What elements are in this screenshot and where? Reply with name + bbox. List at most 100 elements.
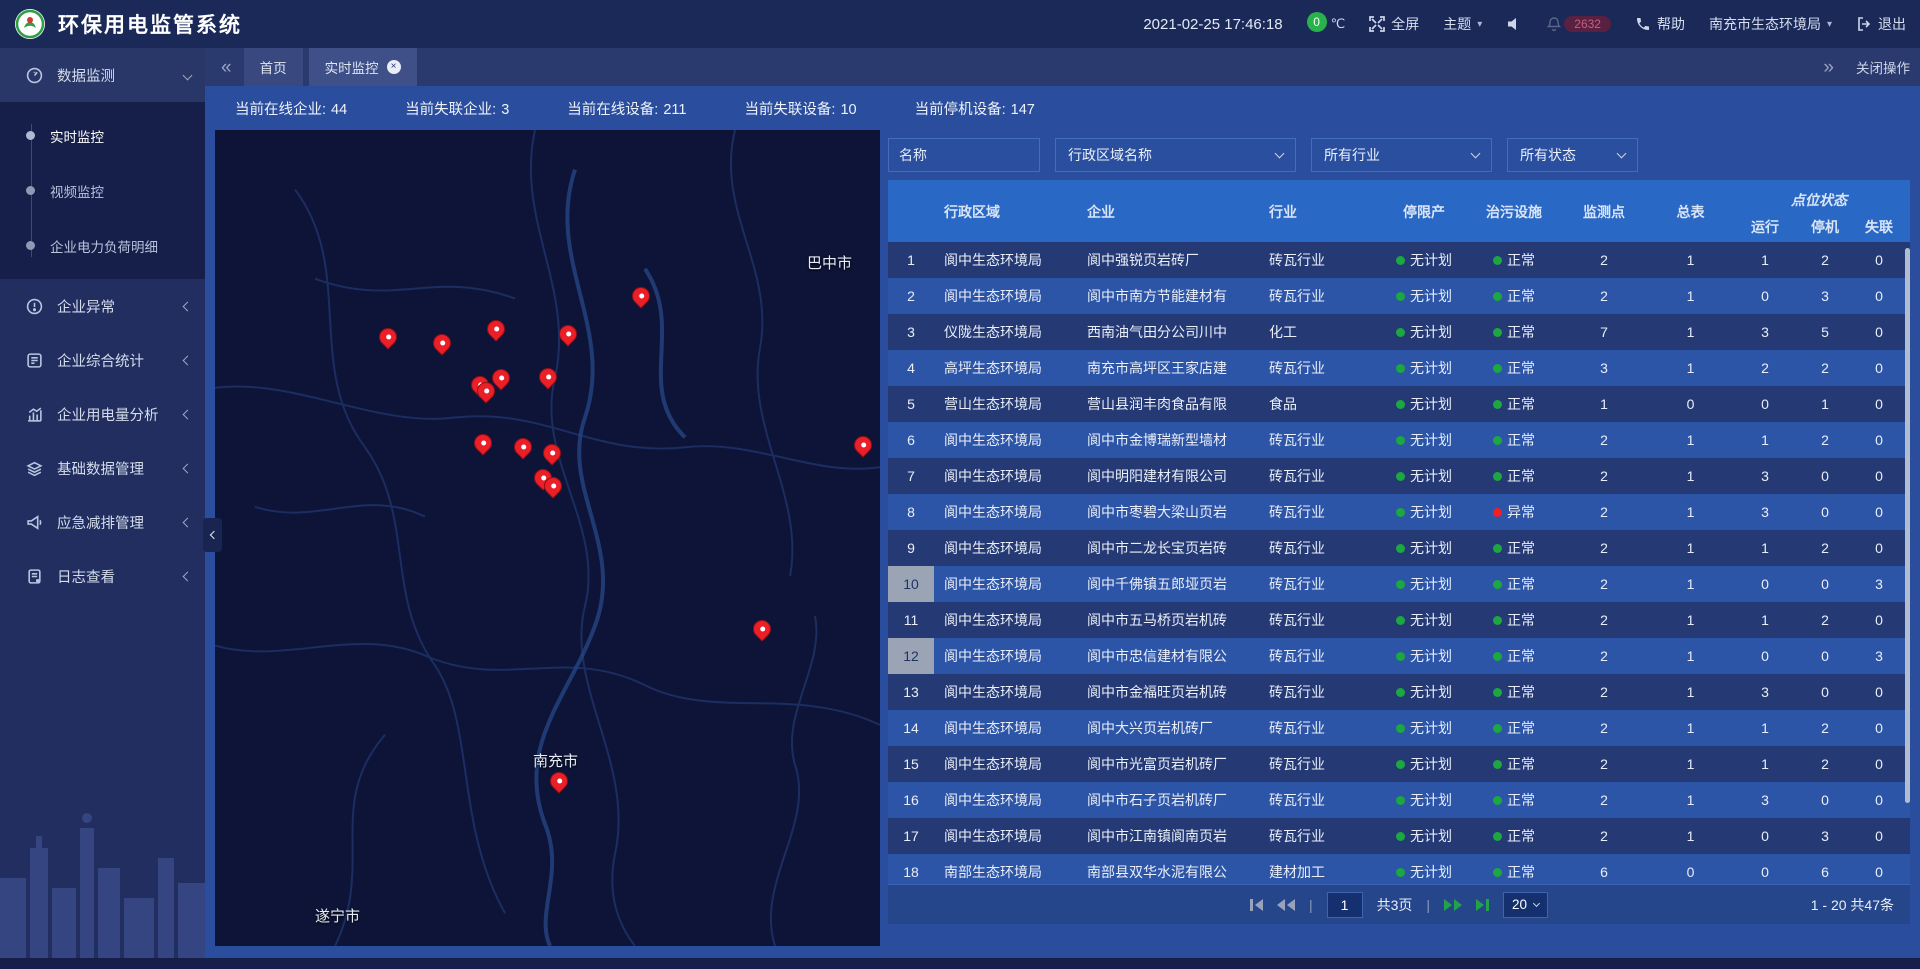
table-row[interactable]: 2阆中生态环境局阆中市南方节能建材有砖瓦行业无计划正常21030 [888,278,1910,314]
map-marker-icon[interactable] [539,368,557,386]
table-row[interactable]: 15阆中生态环境局阆中市光富页岩机砖厂砖瓦行业无计划正常21120 [888,746,1910,782]
sidebar-subitem-视频监控[interactable]: 视频监控 [0,163,205,218]
cell-run: 3 [1732,494,1798,530]
map-marker-icon[interactable] [544,477,562,495]
map-marker-icon[interactable] [543,444,561,462]
region-filter-select[interactable]: 行政区域名称 [1055,138,1296,172]
sidebar-item-基础数据管理[interactable]: 基础数据管理 [0,441,205,495]
map-marker-icon[interactable] [632,287,650,305]
phone-icon [1635,16,1651,32]
sidebar-item-label: 基础数据管理 [57,458,170,479]
sidebar-item-数据监测[interactable]: 数据监测 [0,48,205,102]
table-row[interactable]: 17阆中生态环境局阆中市江南镇阆南页岩砖瓦行业无计划正常21030 [888,818,1910,854]
map-marker-icon[interactable] [474,434,492,452]
status-dot-green [1493,292,1502,301]
table-row[interactable]: 11阆中生态环境局阆中市五马桥页岩机砖砖瓦行业无计划正常21120 [888,602,1910,638]
notification-bell[interactable]: 2632 [1546,16,1611,32]
cell-meter: 1 [1649,566,1732,602]
close-operations-button[interactable]: 关闭操作 [1856,57,1910,77]
page-size-select[interactable]: 20 [1503,892,1548,918]
prev-page-button[interactable] [1277,899,1295,911]
map-marker-icon[interactable] [514,438,532,456]
stat-item: 当前在线企业:44 [235,98,347,119]
map-marker-icon[interactable] [559,325,577,343]
industry-filter-select[interactable]: 所有行业 [1311,138,1492,172]
table-row[interactable]: 10阆中生态环境局阆中千佛镇五郎垭页岩砖瓦行业无计划正常21003 [888,566,1910,602]
page-number-input[interactable]: 1 [1327,892,1363,918]
next-page-button[interactable] [1444,899,1462,911]
cell-industry: 砖瓦行业 [1259,746,1379,782]
cell-region: 阆中生态环境局 [934,566,1077,602]
help-button[interactable]: 帮助 [1635,14,1685,34]
table-scrollbar[interactable] [1905,248,1910,803]
industry-filter-value: 所有行业 [1324,145,1380,165]
status-dot-green [1396,328,1405,337]
sidebar-item-label: 企业异常 [57,296,170,317]
last-page-button[interactable] [1476,899,1489,911]
map-marker-icon[interactable] [487,320,505,338]
map-marker-icon[interactable] [550,772,568,790]
table-row[interactable]: 5营山生态环境局营山县润丰肉食品有限食品无计划正常10010 [888,386,1910,422]
map-marker-icon[interactable] [379,328,397,346]
cell-num: 8 [888,494,934,530]
cell-company: 西南油气田分公司川中 [1077,314,1259,350]
column-header-points: 监测点 [1559,202,1649,222]
table-row[interactable]: 4高坪生态环境局南充市高坪区王家店建砖瓦行业无计划正常31220 [888,350,1910,386]
cell-company: 营山县润丰肉食品有限 [1077,386,1259,422]
tab-realtime-monitor[interactable]: 实时监控 × [309,48,417,86]
table-row[interactable]: 9阆中生态环境局阆中市二龙长宝页岩砖砖瓦行业无计划正常21120 [888,530,1910,566]
fullscreen-button[interactable]: 全屏 [1369,14,1419,34]
cell-facility: 正常 [1469,386,1559,422]
map-marker-icon[interactable] [477,382,495,400]
name-filter-input[interactable] [888,138,1040,172]
tab-home[interactable]: 首页 [244,48,303,86]
map-marker-icon[interactable] [854,436,872,454]
theme-dropdown[interactable]: 主题 ▾ [1443,14,1482,34]
close-tab-icon[interactable]: × [387,60,401,74]
cell-lost: 0 [1852,494,1906,530]
tabs-scroll-right-icon[interactable]: » [1817,58,1840,77]
cell-points: 2 [1559,494,1649,530]
sidebar-subitem-实时监控[interactable]: 实时监控 [0,108,205,163]
first-page-button[interactable] [1250,899,1263,911]
sidebar-subitem-企业电力负荷明细[interactable]: 企业电力负荷明细 [0,218,205,273]
cell-points: 2 [1559,458,1649,494]
cell-meter: 1 [1649,782,1732,818]
table-row[interactable]: 12阆中生态环境局阆中市忠信建材有限公砖瓦行业无计划正常21003 [888,638,1910,674]
sidebar-item-企业异常[interactable]: 企业异常 [0,279,205,333]
sidebar-item-企业综合统计[interactable]: 企业综合统计 [0,333,205,387]
table-row[interactable]: 8阆中生态环境局阆中市枣碧大梁山页岩砖瓦行业无计划异常21300 [888,494,1910,530]
sidebar-item-应急减排管理[interactable]: 应急减排管理 [0,495,205,549]
map-marker-icon[interactable] [753,620,771,638]
sidebar-item-日志查看[interactable]: 日志查看 [0,549,205,603]
cell-meter: 1 [1649,242,1732,278]
column-header-limit: 停限产 [1379,202,1469,222]
map-marker-icon[interactable] [433,334,451,352]
table-row[interactable]: 16阆中生态环境局阆中市石子页岩机砖厂砖瓦行业无计划正常21300 [888,782,1910,818]
sidebar-item-企业用电量分析[interactable]: 企业用电量分析 [0,387,205,441]
status-dot-green [1493,724,1502,733]
org-dropdown[interactable]: 南充市生态环境局 ▾ [1709,14,1832,34]
table-row[interactable]: 14阆中生态环境局阆中大兴页岩机砖厂砖瓦行业无计划正常21120 [888,710,1910,746]
speaker-button[interactable] [1506,16,1522,32]
logout-button[interactable]: 退出 [1856,14,1906,34]
table-row[interactable]: 1阆中生态环境局阆中强锐页岩砖厂砖瓦行业无计划正常21120 [888,242,1910,278]
table-row[interactable]: 7阆中生态环境局阆中明阳建材有限公司砖瓦行业无计划正常21300 [888,458,1910,494]
tabs-scroll-left-icon[interactable]: « [215,58,238,77]
cell-limit: 无计划 [1379,818,1469,854]
table-row[interactable]: 3仪陇生态环境局西南油气田分公司川中化工无计划正常71350 [888,314,1910,350]
cell-meter: 1 [1649,818,1732,854]
table-row[interactable]: 18南部生态环境局南部县双华水泥有限公建材加工无计划正常60060 [888,854,1910,884]
collapse-panel-button[interactable] [203,518,222,552]
chevron-left-icon [183,463,193,473]
map-panel[interactable]: 巴中市南充市遂宁市 [215,130,880,946]
table-row[interactable]: 13阆中生态环境局阆中市金福旺页岩机砖砖瓦行业无计划正常21300 [888,674,1910,710]
tab-realtime-label: 实时监控 [325,57,379,77]
logout-label: 退出 [1878,14,1906,34]
stat-value: 211 [663,102,686,118]
status-dot-green [1493,652,1502,661]
status-dot-green [1396,868,1405,877]
org-name: 南充市生态环境局 [1709,14,1821,34]
table-row[interactable]: 6阆中生态环境局阆中市金博瑞新型墙材砖瓦行业无计划正常21120 [888,422,1910,458]
status-filter-select[interactable]: 所有状态 [1507,138,1638,172]
